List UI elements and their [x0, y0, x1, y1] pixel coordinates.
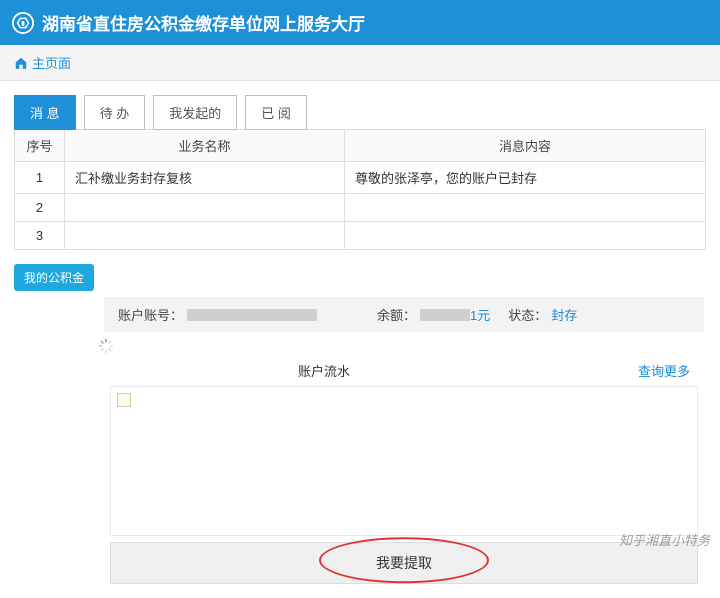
table-row[interactable]: 3 [15, 222, 706, 250]
app-header: 湖南省直住房公积金缴存单位网上服务大厅 [0, 0, 720, 45]
tab-initiated[interactable]: 我发起的 [153, 95, 237, 130]
balance-redacted [420, 309, 470, 321]
nav-home[interactable]: 主页面 [8, 49, 77, 76]
query-more-link[interactable]: 查询更多 [638, 361, 690, 380]
cell-content [345, 194, 706, 222]
balance-label: 余额： [377, 305, 416, 324]
col-header-name: 业务名称 [65, 130, 345, 162]
account-summary: 账户账号： 余额： 1元 状态： 封存 [104, 297, 704, 332]
nav-home-label: 主页面 [32, 53, 71, 72]
cell-index: 2 [15, 194, 65, 222]
message-tabs: 消 息 待 办 我发起的 已 阅 [14, 95, 706, 130]
flow-checkbox[interactable] [117, 393, 131, 407]
top-nav: 主页面 [0, 45, 720, 81]
table-row[interactable]: 2 [15, 194, 706, 222]
content-area: 消 息 待 办 我发起的 已 阅 序号 业务名称 消息内容 1 汇补缴业务封存复… [0, 81, 720, 598]
col-header-content: 消息内容 [345, 130, 706, 162]
app-logo-icon [12, 12, 34, 34]
bottom-bar: 我要提取 [110, 542, 698, 584]
cell-name: 汇补缴业务封存复核 [65, 162, 345, 194]
cell-index: 3 [15, 222, 65, 250]
my-fund-badge[interactable]: 我的公积金 [14, 264, 94, 291]
balance-value: 1元 [470, 305, 490, 324]
tab-messages[interactable]: 消 息 [14, 95, 76, 130]
col-header-index: 序号 [15, 130, 65, 162]
tab-read[interactable]: 已 阅 [245, 95, 307, 130]
account-panel: 账户账号： 余额： 1元 状态： 封存 账户流水 查询更多 我要提取 [104, 297, 704, 584]
app-title: 湖南省直住房公积金缴存单位网上服务大厅 [42, 10, 365, 35]
loading-spinner-icon [98, 338, 114, 354]
account-flow-title: 账户流水 [298, 361, 350, 380]
cell-name [65, 194, 345, 222]
message-table: 序号 业务名称 消息内容 1 汇补缴业务封存复核 尊敬的张泽亭，您的账户已封存 … [14, 129, 706, 250]
home-icon [14, 56, 28, 70]
account-number-value [187, 309, 317, 321]
cell-content [345, 222, 706, 250]
account-number-label: 账户账号： [118, 305, 183, 324]
account-flow-body [110, 386, 698, 536]
withdraw-button[interactable]: 我要提取 [110, 542, 698, 584]
cell-index: 1 [15, 162, 65, 194]
cell-name [65, 222, 345, 250]
status-label: 状态： [508, 305, 547, 324]
tab-todo[interactable]: 待 办 [84, 95, 146, 130]
table-row[interactable]: 1 汇补缴业务封存复核 尊敬的张泽亭，您的账户已封存 [15, 162, 706, 194]
cell-content: 尊敬的张泽亭，您的账户已封存 [345, 162, 706, 194]
account-flow-header: 账户流水 查询更多 [104, 351, 704, 386]
status-value: 封存 [551, 305, 577, 324]
